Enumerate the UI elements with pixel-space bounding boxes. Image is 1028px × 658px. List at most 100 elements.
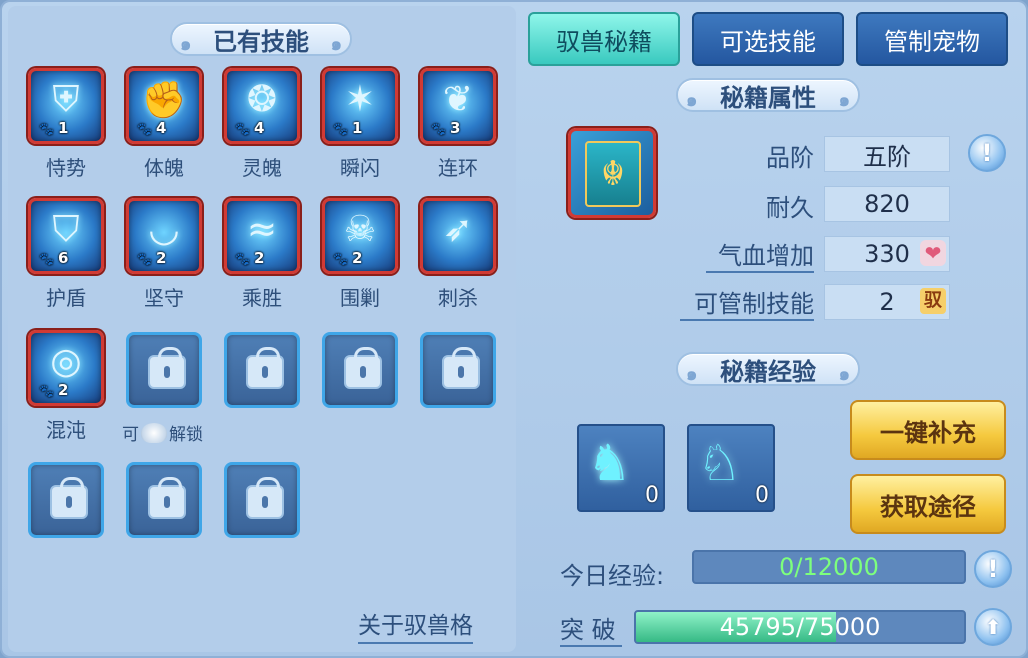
acquire-methods-button[interactable]: 获取途径 bbox=[850, 474, 1006, 534]
paw-icon: 🐾 bbox=[39, 384, 54, 398]
today-exp-info-button[interactable]: ! bbox=[974, 550, 1012, 588]
exp-item-slot[interactable]: ♘ 0 bbox=[687, 424, 775, 512]
paw-icon: 🐾 bbox=[39, 122, 54, 136]
exp-item-count: 0 bbox=[755, 483, 769, 508]
unlock-hint-suffix: 解锁 bbox=[169, 425, 203, 445]
paw-icon: 🐾 bbox=[137, 252, 152, 266]
unlock-hint: 可 解锁 bbox=[122, 420, 203, 445]
lock-icon bbox=[246, 347, 284, 389]
one-click-refill-button[interactable]: 一键补充 bbox=[850, 400, 1006, 460]
locked-slot[interactable] bbox=[224, 332, 300, 408]
skill-glyph: ◡ bbox=[148, 209, 180, 250]
skill-name: 混沌 bbox=[46, 418, 86, 442]
skill-count: 4 bbox=[253, 119, 265, 137]
skill-slot-3[interactable]: ✶ 🐾 1 瞬闪 bbox=[320, 68, 400, 180]
skill-name: 灵魄 bbox=[242, 156, 282, 180]
skill-slot-1[interactable]: ✊ 🐾 4 体魄 bbox=[124, 68, 204, 180]
durability-label: 耐久 bbox=[766, 194, 814, 222]
about-beast-slot-link[interactable]: 关于驭兽格 bbox=[358, 606, 473, 644]
swirl-left-icon: ๑ bbox=[180, 34, 192, 55]
manual-book-icon[interactable]: ☬ bbox=[568, 128, 656, 218]
tab-controlled-pets[interactable]: 管制宠物 bbox=[856, 12, 1008, 66]
owned-skills-title: ๑ 已有技能 ๑ bbox=[170, 22, 352, 56]
manual-attributes-title-text: 秘籍属性 bbox=[720, 83, 816, 112]
skill-count: 1 bbox=[351, 119, 363, 137]
spirit-horse-head-icon: ♘ bbox=[697, 434, 742, 492]
skill-slot-8[interactable]: ☠ 🐾 2 围剿 bbox=[320, 198, 400, 310]
paw-icon: 🐾 bbox=[333, 122, 348, 136]
today-exp-text: 0/12000 bbox=[779, 553, 879, 581]
skill-count-badge: 🐾 6 bbox=[39, 249, 68, 267]
paw-icon: 🐾 bbox=[39, 252, 54, 266]
durability-value: 820 bbox=[824, 186, 950, 222]
skill-name: 坚守 bbox=[144, 286, 184, 310]
skill-slot-0[interactable]: ⛨ 🐾 1 恃势 bbox=[26, 68, 106, 180]
chaos-bubble-icon: ◎ 🐾 2 bbox=[28, 330, 104, 406]
skill-slot-9[interactable]: ➶ 刺杀 bbox=[418, 198, 498, 310]
control-tag-icon: 驭 bbox=[920, 288, 946, 314]
skill-count-badge: 🐾 1 bbox=[39, 119, 68, 137]
skill-slot-2[interactable]: ❂ 🐾 4 灵魄 bbox=[222, 68, 302, 180]
locked-slot[interactable] bbox=[224, 462, 300, 538]
skill-count-badge: 🐾 4 bbox=[137, 119, 166, 137]
manual-attributes-title: ๑ 秘籍属性 ๑ bbox=[676, 78, 860, 112]
assassin-icon: ➶ bbox=[420, 198, 496, 274]
breakthrough-label[interactable]: 突 破 bbox=[560, 610, 622, 647]
skill-glyph: ☠ bbox=[343, 209, 377, 250]
upgrade-arrow-button[interactable]: ⬆ bbox=[974, 608, 1012, 646]
swirl-right-icon: ๑ bbox=[838, 90, 850, 111]
skill-count: 6 bbox=[57, 249, 69, 267]
skill-glyph: ❂ bbox=[246, 79, 278, 120]
silver-ingot-icon bbox=[141, 422, 167, 443]
grade-label: 品阶 bbox=[766, 144, 814, 172]
skill-glyph: ✶ bbox=[344, 79, 376, 120]
skill-slot-6[interactable]: ◡ 🐾 2 坚守 bbox=[124, 198, 204, 310]
swirl-right-icon: ๑ bbox=[838, 364, 850, 385]
claw-armor-icon: ⛨ 🐾 1 bbox=[28, 68, 104, 144]
skill-count: 2 bbox=[351, 249, 363, 267]
book-emblem-icon: ☬ bbox=[585, 141, 641, 207]
skill-count-badge: 🐾 3 bbox=[431, 119, 460, 137]
attribute-info-button[interactable]: ! bbox=[968, 134, 1006, 172]
tab-optional-skills[interactable]: 可选技能 bbox=[692, 12, 844, 66]
lock-icon bbox=[442, 347, 480, 389]
skill-count-badge: 🐾 4 bbox=[235, 119, 264, 137]
locked-slot[interactable] bbox=[322, 332, 398, 408]
lock-icon bbox=[50, 477, 88, 519]
golden-beast-icon: ✊ 🐾 4 bbox=[126, 68, 202, 144]
skill-slot-4[interactable]: ❦ 🐾 3 连环 bbox=[418, 68, 498, 180]
skill-slot-10[interactable]: ◎ 🐾 2 混沌 bbox=[26, 330, 106, 442]
exp-item-count: 0 bbox=[645, 483, 659, 508]
skill-count: 1 bbox=[57, 119, 69, 137]
tab-beast-manual[interactable]: 驭兽秘籍 bbox=[528, 12, 680, 66]
skill-slot-7[interactable]: ≈ 🐾 2 乘胜 bbox=[222, 198, 302, 310]
hp-bonus-label[interactable]: 气血增加 bbox=[706, 236, 814, 273]
skill-count: 2 bbox=[57, 381, 69, 399]
locked-slot[interactable] bbox=[126, 462, 202, 538]
skill-glyph: ≈ bbox=[246, 209, 278, 250]
skill-slot-5[interactable]: ⛉ 🐾 6 护盾 bbox=[26, 198, 106, 310]
locked-slot[interactable] bbox=[420, 332, 496, 408]
controllable-skills-label[interactable]: 可管制技能 bbox=[680, 284, 814, 321]
swirl-left-icon: ๑ bbox=[686, 90, 698, 111]
spirit-beast-icon: ❂ 🐾 4 bbox=[224, 68, 300, 144]
hp-bonus-number: 330 bbox=[864, 240, 910, 268]
breakthrough-bar: 45795/75000 bbox=[634, 610, 966, 644]
skill-count-badge: 🐾 2 bbox=[39, 381, 68, 399]
unlock-hint-prefix: 可 bbox=[122, 425, 139, 445]
locked-slot[interactable] bbox=[28, 462, 104, 538]
skill-count-badge: 🐾 1 bbox=[333, 119, 362, 137]
skill-count: 2 bbox=[253, 249, 265, 267]
skill-name: 围剿 bbox=[340, 286, 380, 310]
locked-slot[interactable] bbox=[126, 332, 202, 408]
skill-glyph: ✊ bbox=[141, 80, 187, 121]
tiger-icon: ☠ 🐾 2 bbox=[322, 198, 398, 274]
lock-icon bbox=[148, 477, 186, 519]
manual-exp-title: ๑ 秘籍经验 ๑ bbox=[676, 352, 860, 386]
skill-glyph: ➶ bbox=[442, 209, 474, 250]
skill-glyph: ⛉ bbox=[52, 209, 80, 250]
lock-icon bbox=[148, 347, 186, 389]
skill-glyph: ❦ bbox=[442, 79, 474, 120]
exp-item-slot[interactable]: ♞ 0 bbox=[577, 424, 665, 512]
skill-count: 3 bbox=[449, 119, 461, 137]
